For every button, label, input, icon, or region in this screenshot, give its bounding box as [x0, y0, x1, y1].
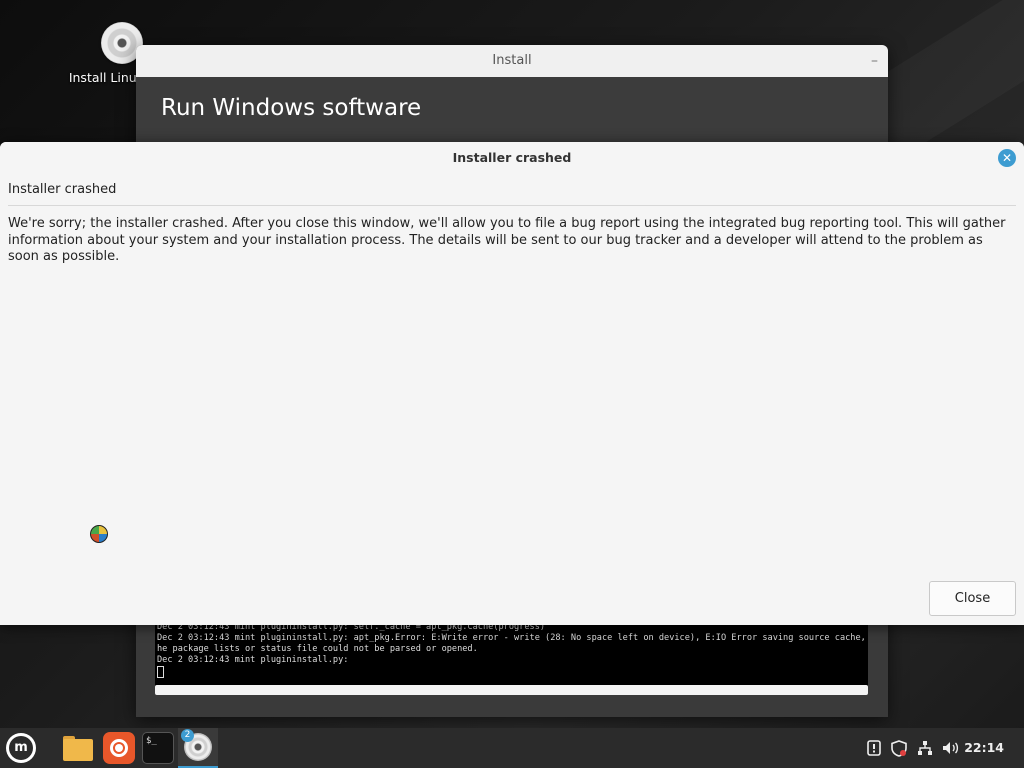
terminal-prompt-line [157, 666, 866, 680]
minimize-button[interactable]: – [871, 45, 878, 77]
terminal-line: he package lists or status file could no… [157, 644, 478, 654]
taskbar: m $_ 2 22:14 [0, 728, 1024, 768]
dialog-message: We're sorry; the installer crashed. Afte… [8, 216, 1006, 264]
update-manager-icon[interactable] [865, 728, 883, 768]
install-window-title: Install [492, 53, 532, 68]
install-titlebar: Install – [136, 45, 888, 77]
close-icon[interactable]: ✕ [998, 149, 1016, 167]
folder-body [63, 739, 93, 761]
terminal-icon[interactable]: $_ [142, 732, 174, 764]
installer-task-button[interactable]: 2 [178, 728, 218, 768]
terminal-line: Dec 2 03:12:43 mint plugininstall.py: ap… [157, 633, 866, 643]
clock[interactable]: 22:14 [964, 728, 1004, 768]
close-button[interactable]: Close [929, 581, 1016, 616]
busy-cursor-icon [90, 525, 108, 543]
firefox-dot [115, 744, 123, 752]
firefox-icon[interactable] [103, 732, 135, 764]
dialog-title: Installer crashed [452, 150, 572, 165]
terminal-output: Dec 2 03:12:43 mint plugininstall.py: se… [155, 620, 868, 694]
terminal-line: Dec 2 03:12:43 mint plugininstall.py: [157, 655, 349, 665]
terminal-cursor [157, 666, 164, 678]
install-header: Run Windows software [136, 77, 888, 142]
mint-menu-icon[interactable]: m [6, 733, 36, 763]
shield-icon[interactable] [889, 728, 909, 768]
volume-icon[interactable] [941, 728, 961, 768]
files-folder-icon[interactable] [62, 732, 94, 764]
install-progress-bar [155, 685, 868, 695]
network-icon[interactable] [915, 728, 935, 768]
installer-crashed-dialog: Installer crashed ✕ Installer crashed We… [0, 142, 1024, 625]
window-count-badge: 2 [181, 729, 194, 742]
dialog-heading: Installer crashed [8, 174, 1016, 206]
dialog-titlebar: Installer crashed ✕ [0, 142, 1024, 174]
install-page-title: Run Windows software [161, 95, 422, 121]
menu-glyph: m [14, 740, 28, 755]
